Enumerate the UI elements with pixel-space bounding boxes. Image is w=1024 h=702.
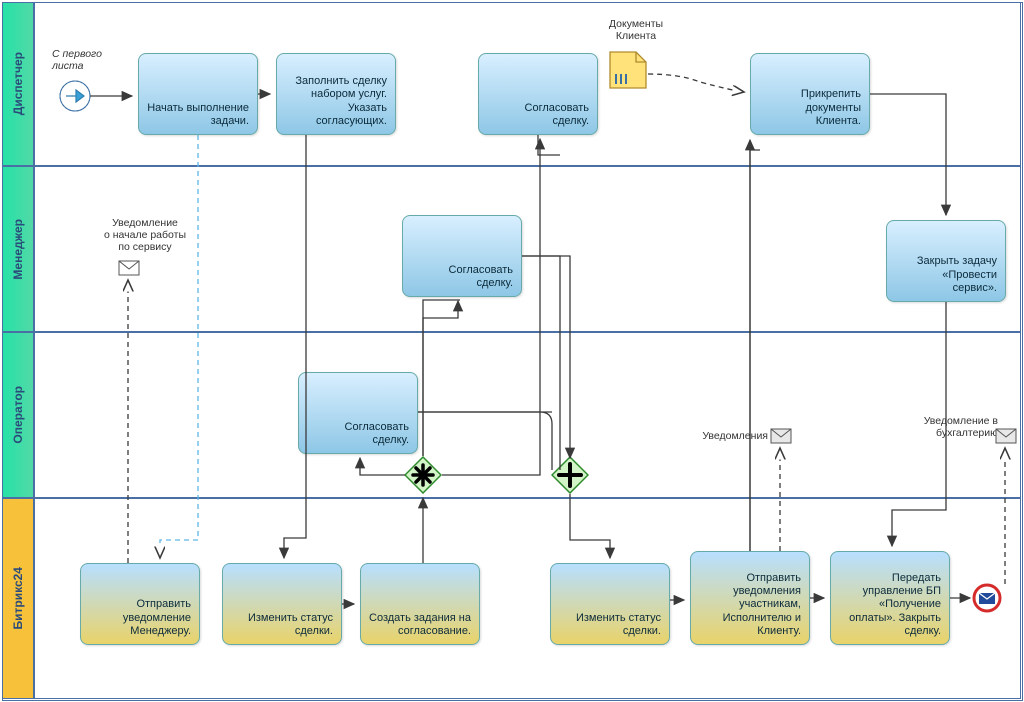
start-label: С первого листа [52, 48, 132, 72]
document-label: Документы Клиента [596, 18, 676, 42]
task-change-status-2[interactable]: Изменить статус сделки. [550, 563, 670, 645]
lane-title: Оператор [11, 386, 25, 444]
lane-title: Менеджер [11, 219, 25, 280]
task-start[interactable]: Начать выполнение задачи. [138, 53, 258, 135]
notify-start-label: Уведомление о начале работы по сервису [85, 217, 205, 253]
envelope-icon [118, 260, 140, 279]
task-send-notify[interactable]: Отправить уведомления участникам, Исполн… [690, 551, 810, 645]
lane-title: Диспетчер [11, 52, 25, 115]
lane-header-bitrix24: Битрикс24 [2, 498, 34, 699]
notify-accounting-label: Уведомление в бухгалтерию [888, 415, 998, 439]
task-change-status-1[interactable]: Изменить статус сделки. [222, 563, 342, 645]
lane-header-manager: Менеджер [2, 166, 34, 332]
task-fill-deal[interactable]: Заполнить сделку набором услуг. Указать … [276, 53, 396, 135]
task-approve-op[interactable]: Согласовать сделку. [298, 372, 418, 454]
task-transfer-bp[interactable]: Передать управление БП «Получение оплаты… [830, 551, 950, 645]
notify-participants-label: Уведомления [678, 430, 768, 442]
lane-title: Битрикс24 [11, 567, 25, 629]
lane-body-operator [34, 332, 1021, 498]
lane-header-operator: Оператор [2, 332, 34, 498]
complex-gateway [404, 456, 442, 494]
envelope-icon [995, 428, 1017, 447]
task-close-service[interactable]: Закрыть задачу «Провести сервис». [886, 220, 1006, 302]
lane-header-dispatcher: Диспетчер [2, 2, 34, 166]
task-attach-docs[interactable]: Прикрепить документы Клиента. [750, 53, 870, 135]
task-create-approval[interactable]: Создать задания на согласование. [360, 563, 480, 645]
envelope-icon [770, 428, 792, 447]
parallel-gateway [551, 456, 589, 494]
task-approve-disp[interactable]: Согласовать сделку. [478, 53, 598, 135]
task-approve-mgr[interactable]: Согласовать сделку. [402, 215, 522, 297]
task-notify-manager[interactable]: Отправить уведомление Менеджеру. [80, 563, 200, 645]
